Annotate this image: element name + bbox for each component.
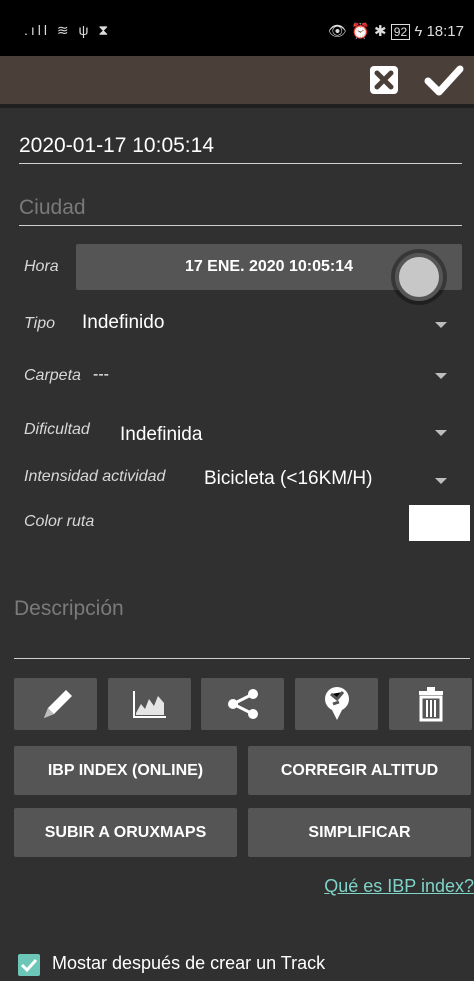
color-ruta-label: Color ruta <box>24 513 95 530</box>
chevron-down-icon[interactable] <box>435 373 447 379</box>
subir-oruxmaps-button[interactable]: SUBIR A ORUXMAPS <box>14 808 237 857</box>
chevron-down-icon[interactable] <box>435 478 447 484</box>
simplificar-button[interactable]: SIMPLIFICAR <box>248 808 471 857</box>
corregir-altitud-button[interactable]: CORREGIR ALTITUD <box>248 746 471 795</box>
checkmark-icon <box>20 958 38 973</box>
chevron-down-icon[interactable] <box>435 322 447 328</box>
hora-label: Hora <box>24 258 59 275</box>
intensidad-select[interactable]: Bicicleta (<16KM/H) <box>204 468 372 490</box>
close-box-icon[interactable] <box>366 62 402 98</box>
city-input[interactable]: Ciudad <box>19 196 86 220</box>
status-bar: .ıll ≋ ψ ⧗ 👁 ⏰ ✱ 92 ϟ 18:17 <box>0 0 474 56</box>
carpeta-select[interactable]: --- <box>93 366 109 384</box>
edit-icon <box>43 690 72 718</box>
status-time: 18:17 <box>426 23 464 40</box>
ibp-info-link[interactable]: Qué es IBP index? <box>324 876 474 897</box>
dificultad-label: Dificultad <box>24 421 90 438</box>
delete-button[interactable] <box>389 678 472 730</box>
floating-knob[interactable] <box>395 253 443 301</box>
status-icons: 👁 ⏰ ✱ <box>328 23 391 40</box>
date-underline <box>19 163 462 164</box>
description-underline <box>14 658 470 659</box>
color-ruta-swatch[interactable] <box>409 505 470 541</box>
trash-icon <box>418 687 443 722</box>
hora-value: 17 ENE. 2020 10:05:14 <box>184 258 354 275</box>
battery-indicator: 92 <box>390 24 411 40</box>
share-icon <box>227 689 258 719</box>
show-after-create-checkbox[interactable] <box>18 954 40 976</box>
date-field[interactable]: 2020-01-17 10:05:14 <box>19 134 214 158</box>
check-icon[interactable] <box>424 62 464 98</box>
status-right: 👁 ⏰ ✱ 92 ϟ 18:17 <box>328 22 464 40</box>
city-underline <box>19 225 462 226</box>
map-button[interactable] <box>295 678 378 730</box>
dificultad-select[interactable]: Indefinida <box>120 424 202 446</box>
ibp-index-button[interactable]: IBP INDEX (ONLINE) <box>14 746 237 795</box>
edit-button[interactable] <box>14 678 97 730</box>
tipo-label: Tipo <box>24 315 55 332</box>
show-after-create-label: Mostar después de crear un Track <box>52 953 326 973</box>
map-pin-icon <box>324 687 349 720</box>
chart-icon <box>132 691 166 718</box>
chevron-down-icon[interactable] <box>435 430 447 436</box>
status-left-icons: .ıll ≋ ψ ⧗ <box>24 22 112 38</box>
elevation-chart-button[interactable] <box>108 678 191 730</box>
tipo-select[interactable]: Indefinido <box>82 312 164 334</box>
share-button[interactable] <box>201 678 284 730</box>
charging-icon: ϟ <box>414 23 423 40</box>
carpeta-label: Carpeta <box>24 367 81 384</box>
description-input[interactable]: Descripción <box>14 597 124 621</box>
intensidad-label: Intensidad actividad <box>24 468 166 485</box>
action-bar-shadow <box>0 104 474 108</box>
action-bar <box>0 56 474 104</box>
